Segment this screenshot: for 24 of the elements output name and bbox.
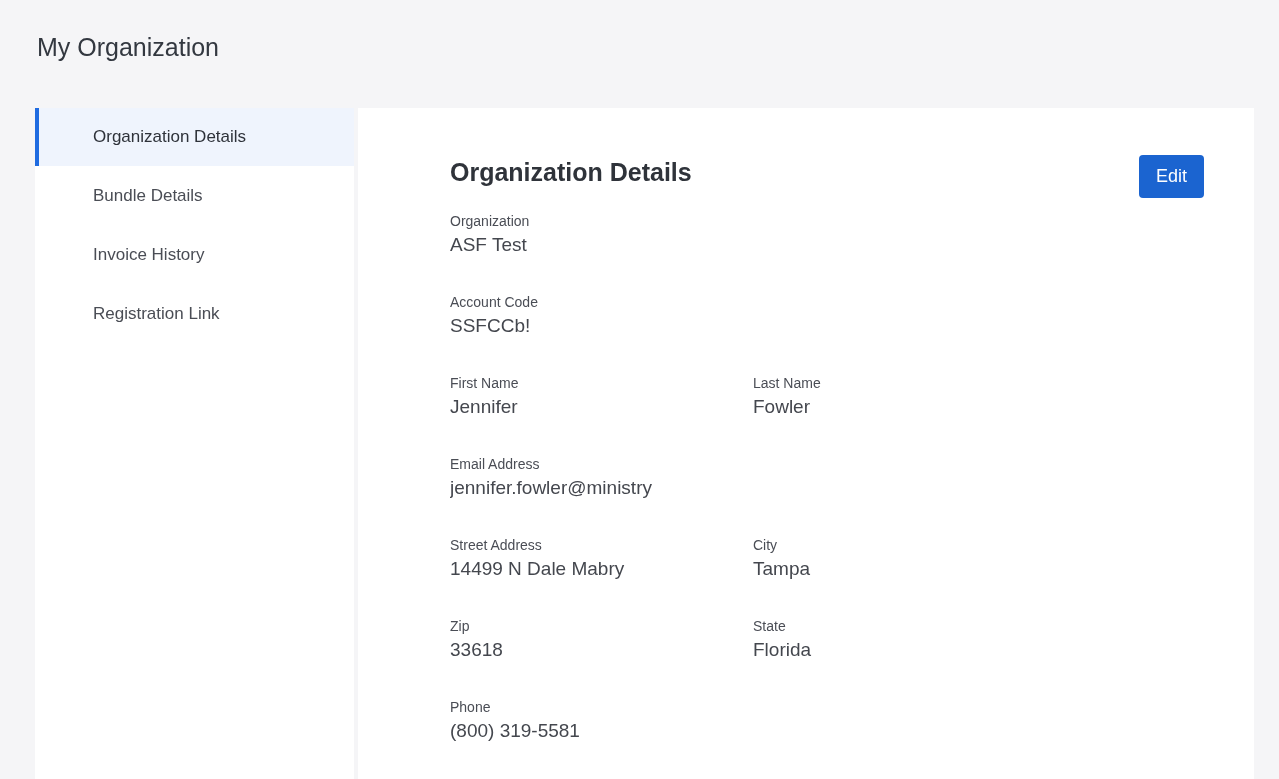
field-label: Street Address <box>450 537 543 553</box>
field-value: Jennifer <box>450 396 519 418</box>
section-heading: Organization Details <box>450 158 692 187</box>
field-value: SSFCCb! <box>450 315 532 337</box>
field-label: City <box>753 537 779 553</box>
field-label: Organization <box>450 213 531 229</box>
page-title: My Organization <box>37 32 221 63</box>
field-label: First Name <box>450 375 520 391</box>
edit-button[interactable]: Edit <box>1139 155 1204 198</box>
field-value: jennifer.fowler@ministry <box>450 477 653 499</box>
field-value: 14499 N Dale Mabry <box>450 558 626 580</box>
field-value: ASF Test <box>450 234 528 256</box>
field-label: Zip <box>450 618 471 634</box>
field-label: Email Address <box>450 456 541 472</box>
field-value: Tampa <box>753 558 812 580</box>
field-label: Phone <box>450 699 492 715</box>
field-value: Fowler <box>753 396 811 418</box>
field-value: (800) 319-5581 <box>450 720 581 742</box>
field-value: Florida <box>753 639 813 661</box>
field-label: State <box>753 618 787 634</box>
field-value: 33618 <box>450 639 504 661</box>
field-label: Account Code <box>450 294 539 310</box>
field-label: Last Name <box>753 375 822 391</box>
sidebar-item[interactable]: Organization Details <box>35 108 354 166</box>
